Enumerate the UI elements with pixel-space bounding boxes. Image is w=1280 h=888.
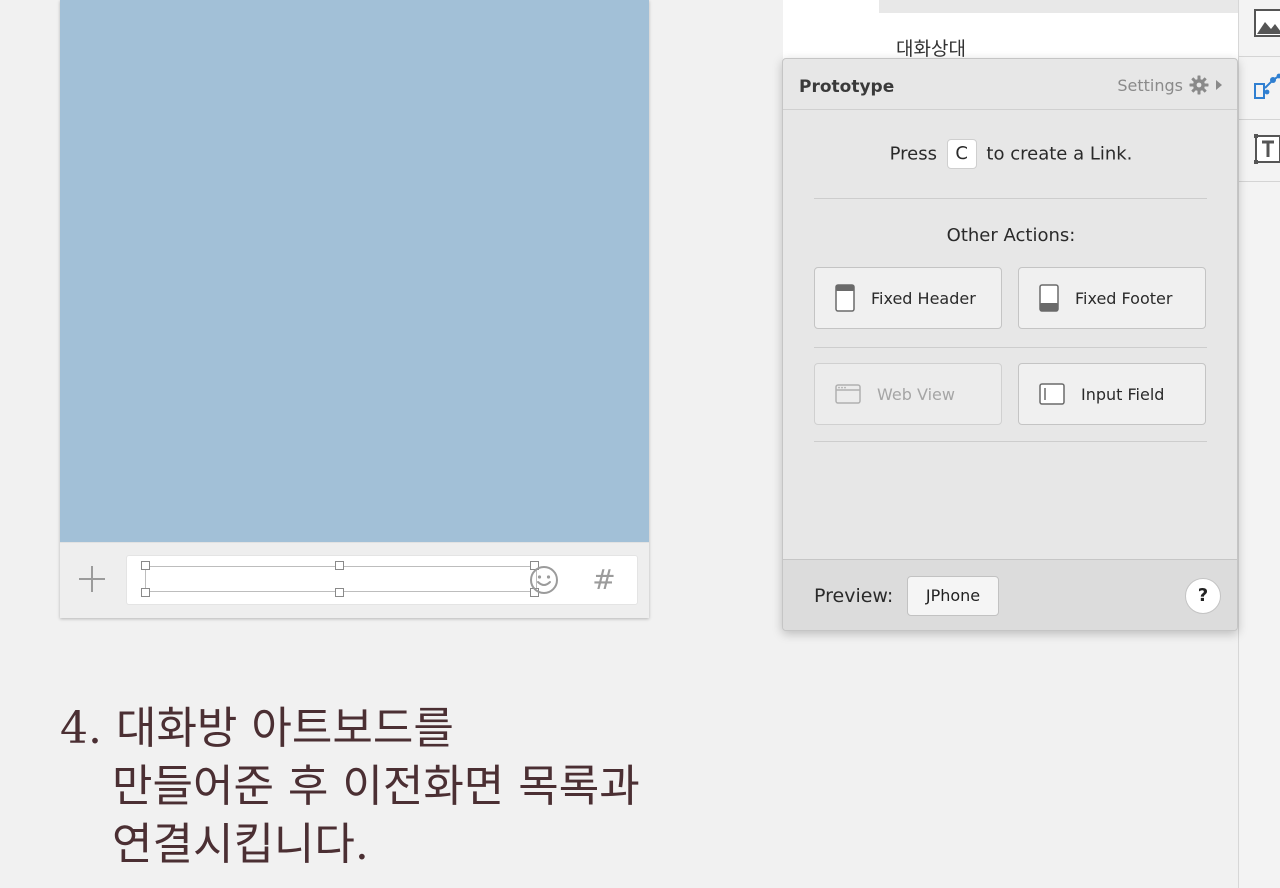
canvas-stage: # 4. 대화방 아트보드를 만들어준 후 이전화면 목록과 연결시킵니다. 대… [0,0,1280,888]
caret-right-icon [1216,80,1222,90]
smile-icon[interactable] [529,565,559,595]
selection-handle-top-center[interactable] [335,561,344,570]
caption-line: 만들어준 후 이전화면 목록과 [112,761,640,812]
prototype-panel: Prototype Settings Press C to create a L… [782,58,1238,631]
artboard-background [60,0,649,542]
plus-icon[interactable] [78,565,106,593]
other-actions-title: Other Actions: [946,225,1076,246]
input-field-icon [1039,383,1065,405]
hint-prefix: Press [889,143,937,165]
shortcut-key: C [946,139,977,169]
settings-label: Settings [1117,75,1183,95]
fixed-footer-icon [1039,284,1059,312]
text-tool-icon[interactable] [1253,130,1280,164]
chat-artboard[interactable]: # [60,0,649,618]
gear-icon [1189,75,1209,95]
action-label: Fixed Footer [1075,288,1173,308]
selection-handle-top-left[interactable] [141,561,150,570]
message-composer-bar: # [60,542,649,618]
hint-suffix: to create a Link. [986,143,1133,165]
prototype-header: Prototype Settings [783,59,1237,110]
web-view-icon [835,384,861,404]
layer-label[interactable]: 대화상대 [896,34,966,61]
image-icon[interactable] [1253,4,1280,38]
prototype-link-icon[interactable] [1253,70,1280,104]
tutorial-caption: 4. 대화방 아트보드를 만들어준 후 이전화면 목록과 연결시킵니다. [60,700,740,874]
caption-line: 4. 대화방 아트보드를 [60,703,454,754]
preview-device-button[interactable]: JPhone [907,576,999,616]
message-bar: # [126,555,638,605]
toolbar-divider [1239,181,1280,182]
section-divider [814,198,1207,199]
web-view-button: Web View [814,363,1002,425]
prototype-title: Prototype [799,77,895,97]
hash-icon[interactable]: # [589,564,619,596]
action-label: Input Field [1081,384,1165,404]
fixed-header-button[interactable]: Fixed Header [814,267,1002,329]
help-button[interactable]: ? [1185,578,1221,614]
selection-handle-bottom-left[interactable] [141,588,150,597]
section-divider [814,441,1207,442]
settings-button[interactable]: Settings [1117,75,1223,95]
input-field-button[interactable]: Input Field [1018,363,1206,425]
fixed-footer-button[interactable]: Fixed Footer [1018,267,1206,329]
fixed-header-icon [835,284,855,312]
right-toolbar [1238,0,1280,888]
layer-row-strip [879,0,1239,13]
section-divider [814,347,1207,348]
create-link-hint: Press C to create a Link. [783,139,1237,169]
selection-handle-bottom-center[interactable] [335,588,344,597]
preview-label: Preview: [814,585,894,607]
action-label: Web View [877,384,955,404]
action-label: Fixed Header [871,288,976,308]
caption-line: 연결시킵니다. [112,819,369,870]
preview-footer: Preview: JPhone ? [783,559,1237,630]
toolbar-divider [1239,119,1280,120]
toolbar-divider [1239,56,1280,57]
